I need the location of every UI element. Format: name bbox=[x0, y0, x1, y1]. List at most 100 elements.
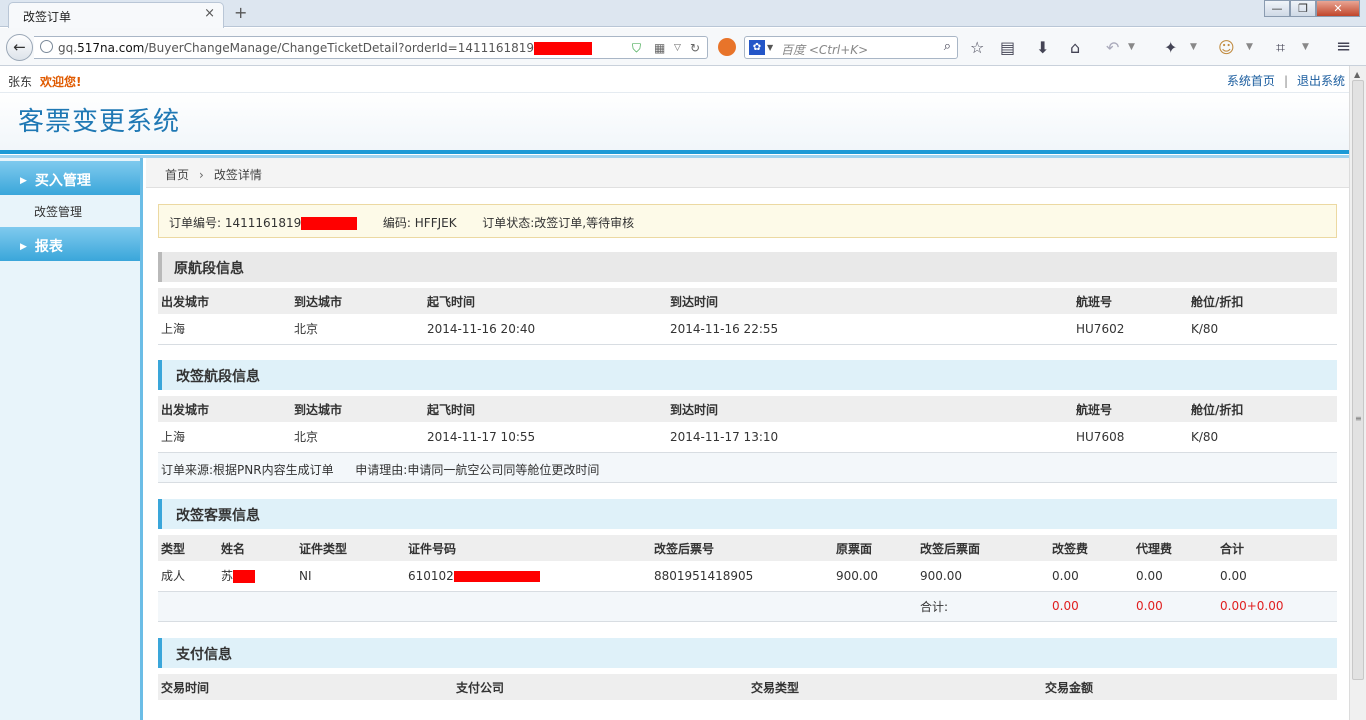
browser-tab-bar: 改签订单 × + — ❐ ✕ bbox=[0, 0, 1366, 28]
redaction-bar bbox=[301, 217, 358, 230]
new-tab-button[interactable]: + bbox=[234, 3, 247, 22]
table-row: 成人 苏 NI 610102 8801951418905 900.00 900.… bbox=[158, 561, 1337, 592]
site-header: 客票变更系统 bbox=[0, 92, 1349, 150]
search-box[interactable]: ✿ ▼ 百度 <Ctrl+K> ⌕ bbox=[744, 36, 958, 59]
user-bar: 张东 欢迎您! 系统首页 | 退出系统 bbox=[0, 66, 1349, 92]
top-links: 系统首页 | 退出系统 bbox=[1227, 72, 1345, 89]
reason-label: 申请理由: bbox=[355, 463, 408, 477]
redaction-bar bbox=[534, 42, 593, 55]
triangle-right-icon: ▶ bbox=[20, 242, 27, 252]
table-cell: 上海 bbox=[158, 314, 291, 345]
id-number: 610102 bbox=[408, 568, 454, 583]
close-tab-icon[interactable]: × bbox=[204, 6, 215, 21]
scroll-up-icon[interactable]: ▲ bbox=[1354, 70, 1360, 79]
column-header: 证件类型 bbox=[296, 535, 405, 561]
sidebar-item-change-management[interactable]: 改签管理 bbox=[34, 203, 82, 220]
column-header: 到达城市 bbox=[291, 396, 424, 422]
dropdown-arrow-icon[interactable]: ▽ bbox=[674, 43, 681, 53]
total-row: 合计: 0.00 0.00 0.00+0.00 bbox=[158, 591, 1337, 622]
browser-navbar: ← gq.517na.com/BuyerChangeManage/ChangeT… bbox=[0, 28, 1366, 66]
column-header: 原票面 bbox=[833, 535, 917, 561]
sidebar-group-purchase[interactable]: ▶ 买入管理 bbox=[0, 161, 140, 195]
passenger-name-cell: 苏 bbox=[218, 561, 296, 592]
column-header: 到达时间 bbox=[667, 288, 1073, 314]
home-link[interactable]: 系统首页 bbox=[1227, 74, 1275, 88]
original-segment-table: 出发城市 到达城市 起飞时间 到达时间 航班号 舱位/折扣 上海 北京 2014… bbox=[158, 288, 1337, 345]
sidebar: ▶ 买入管理 改签管理 ▶ 报表 bbox=[0, 158, 143, 720]
logout-link[interactable]: 退出系统 bbox=[1297, 74, 1345, 88]
reading-list-icon[interactable]: ▤ bbox=[1000, 38, 1015, 57]
column-header: 改签后票面 bbox=[917, 535, 1049, 561]
redaction-bar bbox=[233, 570, 256, 584]
download-icon[interactable]: ⬇ bbox=[1036, 38, 1049, 57]
breadcrumb-home[interactable]: 首页 bbox=[165, 168, 189, 182]
order-number-label: 订单编号: bbox=[169, 216, 222, 230]
scrollbar-thumb[interactable] bbox=[1352, 80, 1364, 680]
header-divider bbox=[0, 150, 1349, 154]
undo-icon[interactable]: ↶ bbox=[1106, 38, 1119, 57]
table-cell: 北京 bbox=[291, 314, 424, 345]
table-header-row: 类型 姓名 证件类型 证件号码 改签后票号 原票面 改签后票面 改签费 代理费 … bbox=[158, 535, 1337, 561]
table-header-row: 出发城市 到达城市 起飞时间 到达时间 航班号 舱位/折扣 bbox=[158, 288, 1337, 314]
address-bar[interactable]: gq.517na.com/BuyerChangeManage/ChangeTic… bbox=[34, 36, 708, 59]
maximize-button[interactable]: ❐ bbox=[1290, 0, 1316, 17]
column-header: 到达时间 bbox=[667, 396, 1073, 422]
welcome-text: 欢迎您! bbox=[40, 75, 82, 89]
order-source-label: 订单来源: bbox=[161, 463, 214, 477]
extension-dropdown-icon[interactable]: ▼ bbox=[1190, 42, 1197, 52]
profile-icon[interactable]: ☺ bbox=[1218, 38, 1235, 57]
vertical-scrollbar[interactable]: ▲ ≡ bbox=[1349, 66, 1366, 720]
order-source: 根据PNR内容生成订单 bbox=[213, 463, 334, 477]
home-icon[interactable]: ⌂ bbox=[1070, 38, 1080, 57]
column-header: 交易金额 bbox=[1042, 674, 1337, 700]
order-summary: 订单编号: 1411161819 编码: HFFJEK 订单状态:改签订单,等待… bbox=[158, 204, 1337, 238]
table-cell: 2014-11-16 22:55 bbox=[667, 314, 1073, 345]
new-ticket-number: 8801951418905 bbox=[651, 561, 833, 592]
back-button[interactable]: ← bbox=[6, 34, 33, 61]
extension-icon[interactable]: ✦ bbox=[1164, 38, 1177, 57]
column-header: 航班号 bbox=[1073, 288, 1188, 314]
reload-icon[interactable]: ↻ bbox=[690, 41, 700, 55]
redaction-bar bbox=[453, 570, 540, 582]
total-sum: 0.00+0.00 bbox=[1217, 591, 1337, 622]
pnr-code: HFFJEK bbox=[414, 216, 457, 230]
browser-tab[interactable]: 改签订单 × bbox=[8, 2, 224, 28]
column-header: 出发城市 bbox=[158, 396, 291, 422]
profile-dropdown-icon[interactable]: ▼ bbox=[1246, 42, 1253, 52]
id-number-cell: 610102 bbox=[405, 561, 651, 592]
close-window-button[interactable]: ✕ bbox=[1316, 0, 1360, 17]
id-type: NI bbox=[296, 561, 405, 592]
total-change-fee: 0.00 bbox=[1049, 591, 1133, 622]
menu-icon[interactable]: ≡ bbox=[1336, 36, 1351, 57]
column-header: 改签费 bbox=[1049, 535, 1133, 561]
shield-icon[interactable]: ⛉ bbox=[632, 41, 641, 56]
crop-icon[interactable]: ⌗ bbox=[1276, 38, 1285, 58]
column-header: 交易时间 bbox=[158, 674, 453, 700]
table-cell: 2014-11-17 13:10 bbox=[667, 422, 1073, 453]
column-header: 姓名 bbox=[218, 535, 296, 561]
table-row: 上海 北京 2014-11-16 20:40 2014-11-16 22:55 … bbox=[158, 314, 1337, 345]
column-header: 起飞时间 bbox=[424, 396, 667, 422]
window-controls: — ❐ ✕ bbox=[1264, 0, 1360, 18]
table-cell: 北京 bbox=[291, 422, 424, 453]
total-label: 合计: bbox=[917, 591, 1049, 622]
crop-dropdown-icon[interactable]: ▼ bbox=[1302, 42, 1309, 52]
minimize-button[interactable]: — bbox=[1264, 0, 1290, 17]
column-header: 出发城市 bbox=[158, 288, 291, 314]
bookmark-star-icon[interactable]: ☆ bbox=[970, 38, 984, 57]
table-cell: K/80 bbox=[1188, 422, 1337, 453]
table-cell: HU7608 bbox=[1073, 422, 1188, 453]
url-text: gq.517na.com/BuyerChangeManage/ChangeTic… bbox=[58, 41, 593, 55]
search-icon[interactable]: ⌕ bbox=[944, 39, 951, 54]
qr-code-icon[interactable]: ▦ bbox=[654, 41, 665, 55]
new-fare: 900.00 bbox=[917, 561, 1049, 592]
payment-info-title: 支付信息 bbox=[158, 638, 1337, 668]
breadcrumb-current: 改签详情 bbox=[213, 168, 262, 182]
sidebar-group-reports[interactable]: ▶ 报表 bbox=[0, 227, 140, 261]
search-engine-icon[interactable]: ✿ bbox=[749, 40, 765, 55]
change-fee: 0.00 bbox=[1049, 561, 1133, 592]
undo-dropdown-icon[interactable]: ▼ bbox=[1128, 42, 1135, 52]
user-name: 张东 bbox=[8, 75, 33, 89]
addon-icon[interactable] bbox=[718, 38, 736, 56]
engine-dropdown-icon[interactable]: ▼ bbox=[767, 43, 773, 52]
